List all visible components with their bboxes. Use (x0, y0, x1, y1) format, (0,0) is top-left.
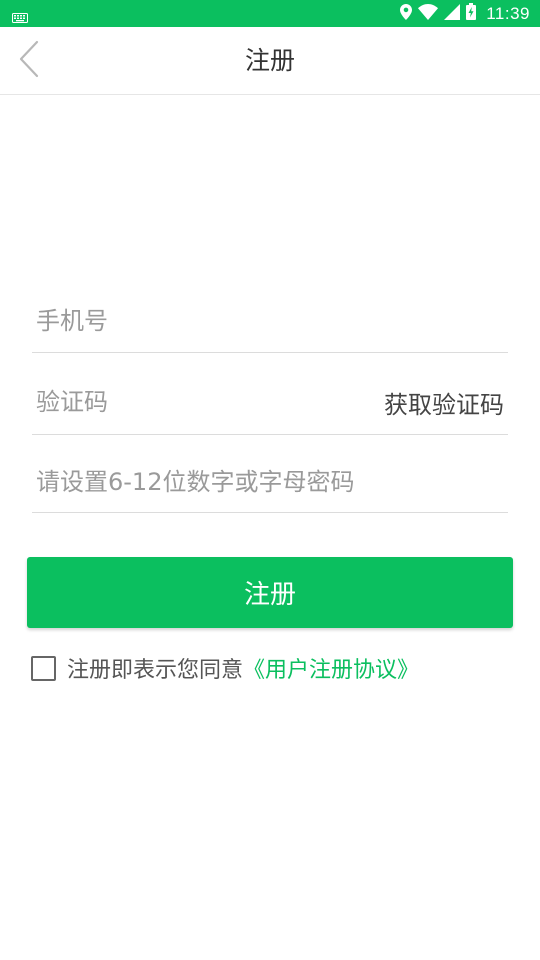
password-input[interactable] (36, 452, 508, 512)
agreement-row: 注册即表示您同意 《用户注册协议》 (31, 652, 419, 684)
location-icon (400, 3, 413, 24)
wifi-icon (418, 3, 439, 24)
signal-icon (444, 3, 461, 24)
register-button[interactable]: 注册 (27, 557, 513, 628)
password-field-row (32, 452, 508, 513)
status-bar: 11:39 (0, 0, 540, 27)
phone-field-row (32, 290, 508, 353)
status-icons: 11:39 (400, 0, 530, 27)
code-field-row: 获取验证码 (32, 370, 508, 435)
page-title: 注册 (244, 46, 295, 75)
app-bar: 注册 (0, 27, 540, 95)
status-time: 11:39 (486, 3, 530, 23)
agreement-text: 注册即表示您同意 (67, 658, 244, 683)
agreement-link[interactable]: 《用户注册协议》 (243, 652, 419, 684)
phone-input[interactable] (36, 290, 508, 352)
agreement-checkbox[interactable] (31, 655, 56, 681)
verification-code-input[interactable] (36, 370, 358, 434)
keyboard-icon (12, 8, 28, 23)
get-code-button[interactable]: 获取验证码 (384, 370, 504, 434)
battery-charging-icon (466, 3, 477, 24)
